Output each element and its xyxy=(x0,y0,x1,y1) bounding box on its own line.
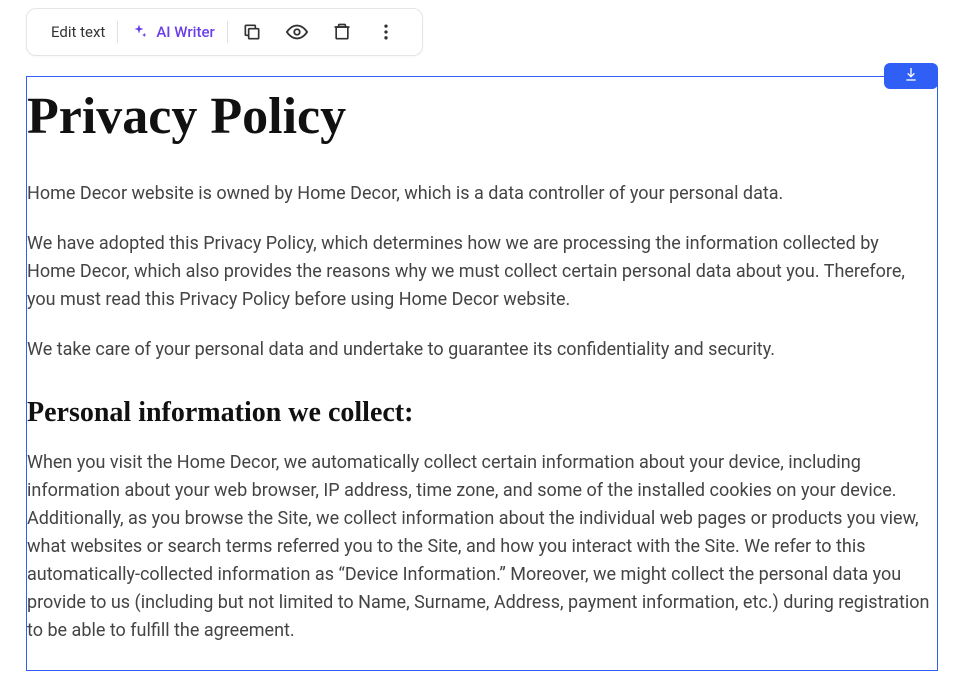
editor-toolbar: Edit text AI Writer xyxy=(26,8,423,56)
ai-writer-button[interactable]: AI Writer xyxy=(120,19,224,45)
eye-icon xyxy=(286,21,308,43)
section-heading: Personal information we collect: xyxy=(27,397,937,429)
section-body: When you visit the Home Decor, we automa… xyxy=(27,449,937,644)
sparkle-icon xyxy=(130,23,148,41)
edit-text-button[interactable]: Edit text xyxy=(41,19,115,45)
copy-icon xyxy=(242,22,262,42)
content-wrapper: Privacy Policy Home Decor website is own… xyxy=(26,76,938,671)
kebab-icon xyxy=(376,22,396,42)
page-title: Privacy Policy xyxy=(27,87,937,146)
preview-button[interactable] xyxy=(274,17,320,47)
download-button[interactable] xyxy=(884,63,938,89)
intro-paragraph-1: Home Decor website is owned by Home Deco… xyxy=(27,180,937,208)
document-inner: Privacy Policy Home Decor website is own… xyxy=(27,77,937,645)
document-content-box[interactable]: Privacy Policy Home Decor website is own… xyxy=(26,76,938,671)
intro-paragraph-3: We take care of your personal data and u… xyxy=(27,336,937,364)
ai-writer-label: AI Writer xyxy=(156,23,214,41)
copy-button[interactable] xyxy=(230,18,274,46)
download-icon xyxy=(903,66,919,86)
more-options-button[interactable] xyxy=(364,18,408,46)
delete-button[interactable] xyxy=(320,18,364,46)
trash-icon xyxy=(332,22,352,42)
intro-paragraph-2: We have adopted this Privacy Policy, whi… xyxy=(27,230,937,314)
toolbar-divider xyxy=(117,21,118,43)
toolbar-divider xyxy=(227,21,228,43)
edit-text-label: Edit text xyxy=(51,23,105,41)
